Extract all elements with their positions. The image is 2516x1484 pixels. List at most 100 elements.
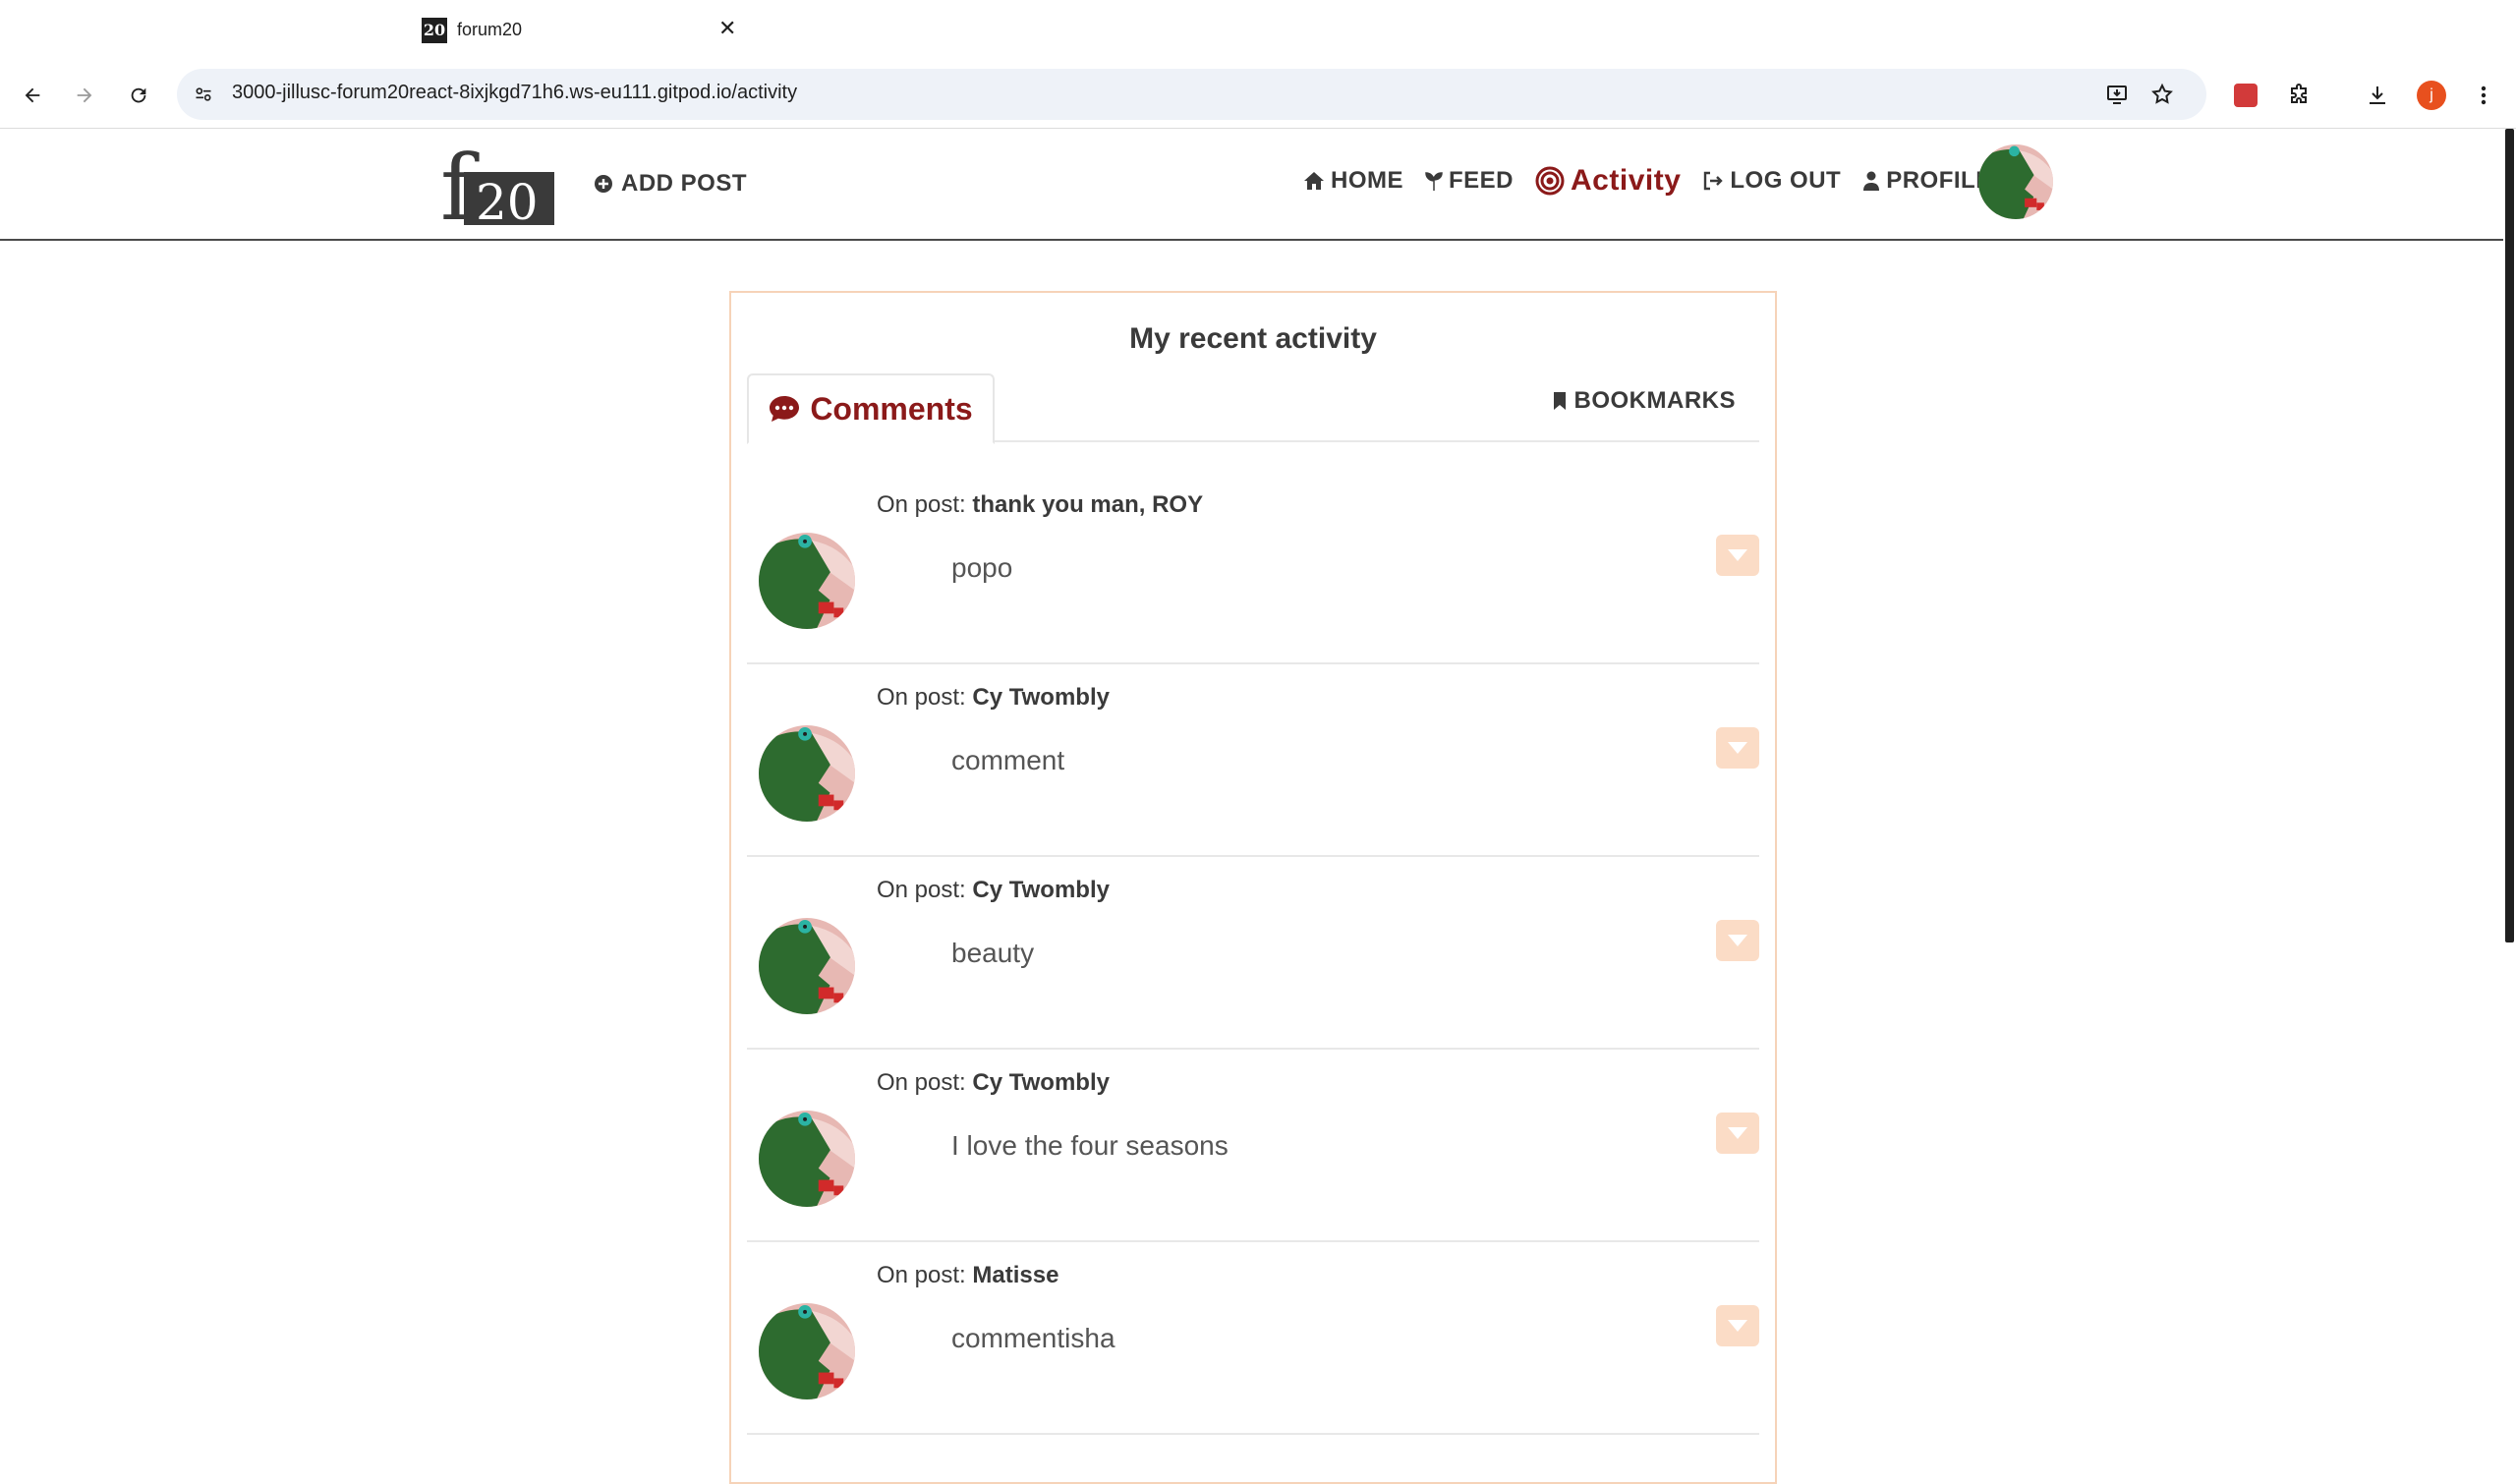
site-navbar: f 20 ADD POST HOME FEED Activity LOG OUT… [0,129,2503,241]
comment-post-prefix: On post: [877,1069,966,1096]
comment-item: On post: Matisse commentisha [747,1240,1759,1435]
comment-avatar[interactable] [759,725,855,822]
browser-tabstrip: 20 forum20 ✕ [0,0,2516,63]
comment-dots-icon [770,396,800,422]
nav-avatar[interactable] [1978,144,2053,219]
svg-text:20: 20 [476,174,539,227]
browser-tab[interactable]: 20 forum20 ✕ [408,10,742,59]
avatar-image [759,918,855,1014]
nav-activity-label: Activity [1571,164,1682,197]
comment-avatar[interactable] [759,1303,855,1399]
comment-post-ref: On post: Cy Twombly [877,1069,1110,1097]
profile-icon[interactable]: j [2413,77,2450,114]
menu-kebab-icon[interactable] [2465,77,2502,114]
comment-avatar[interactable] [759,533,855,629]
avatar-image [759,533,855,629]
comment-post-ref: On post: thank you man, ROY [877,491,1203,519]
comment-text: I love the four seasons [951,1130,1229,1161]
caret-down-icon [1728,549,1747,561]
nav-feed-link[interactable]: FEED [1425,167,1514,195]
comment-item: On post: thank you man, ROY popo [747,470,1759,664]
target-icon [1535,166,1565,196]
comment-item: On post: Cy Twombly I love the four seas… [747,1048,1759,1242]
forward-icon[interactable] [66,77,103,114]
comment-dropdown-button[interactable] [1716,1305,1759,1346]
logo-f20-icon: f 20 [440,136,554,241]
address-bar[interactable]: 3000-jillusc-forum20react-8ixjkgd71h6.ws… [177,69,2206,120]
tab-bookmarks-label: BOOKMARKS [1573,387,1736,414]
comment-dropdown-button[interactable] [1716,920,1759,961]
add-post-label: ADD POST [621,170,748,197]
comment-item: On post: Cy Twombly comment [747,662,1759,857]
avatar-image [759,725,855,822]
user-icon [1863,171,1880,191]
comment-text: beauty [951,938,1035,968]
caret-down-icon [1728,1127,1747,1139]
scrollbar-thumb[interactable] [2505,129,2514,942]
home-icon [1304,172,1324,190]
nav-feed-label: FEED [1449,167,1515,194]
browser-toolbar: 3000-jillusc-forum20react-8ixjkgd71h6.ws… [0,63,2516,129]
comment-post-ref: On post: Matisse [877,1262,1058,1289]
nav-profile-link[interactable]: PROFILE [1862,167,1992,195]
comment-dropdown-button[interactable] [1716,535,1759,576]
reload-icon[interactable] [120,77,157,114]
comment-text: comment [951,745,1065,775]
tab-title: forum20 [457,20,523,39]
comment-post-title[interactable]: Matisse [972,1262,1058,1288]
comment-text: commentisha [951,1323,1115,1353]
nav-home-label: HOME [1331,167,1403,194]
comment-post-prefix: On post: [877,1262,966,1288]
activity-title: My recent activity [1129,322,1377,355]
plus-circle-icon [595,175,612,193]
comment-post-ref: On post: Cy Twombly [877,877,1110,904]
comment-post-title[interactable]: thank you man, ROY [972,491,1203,518]
comment-post-prefix: On post: [877,877,966,903]
comment-dropdown-button[interactable] [1716,1113,1759,1154]
nav-activity-link[interactable]: Activity [1535,164,1681,198]
page-scrollbar[interactable] [2503,129,2516,1464]
tab-close-icon[interactable]: ✕ [718,16,736,41]
caret-down-icon [1728,742,1747,754]
sign-out-icon [1704,171,1724,191]
downloads-icon[interactable] [2359,77,2396,114]
tab-comments[interactable]: Comments [747,373,995,444]
comment-post-title[interactable]: Cy Twombly [972,877,1110,903]
nav-home-link[interactable]: HOME [1303,167,1403,195]
caret-down-icon [1728,1320,1747,1332]
back-icon[interactable] [14,77,51,114]
tab-comments-label: Comments [810,390,973,427]
extension-red-icon[interactable] [2227,77,2264,114]
bookmark-star-icon[interactable] [2148,81,2176,108]
avatar-image [759,1303,855,1399]
extensions-puzzle-icon[interactable] [2280,77,2317,114]
comment-post-title[interactable]: Cy Twombly [972,1069,1110,1096]
install-app-icon[interactable] [2103,81,2131,108]
comment-post-title[interactable]: Cy Twombly [972,684,1110,711]
add-post-link[interactable]: ADD POST [594,170,747,198]
comment-text: popo [951,552,1013,583]
tab-bookmarks[interactable]: BOOKMARKS [1553,387,1737,415]
comment-post-prefix: On post: [877,684,966,711]
comment-post-prefix: On post: [877,491,966,518]
site-settings-icon[interactable] [191,82,216,107]
activity-card: My recent activity Comments BOOKMARKS On… [729,291,1777,1484]
nav-logout-label: LOG OUT [1730,167,1842,194]
svg-text:f: f [440,143,480,227]
seedling-icon [1425,172,1443,191]
comment-avatar[interactable] [759,1111,855,1207]
avatar-image [759,1111,855,1207]
bookmark-icon [1553,392,1566,410]
nav-links: HOME FEED Activity LOG OUT PROFILE [1303,164,2014,198]
activity-tabs: Comments BOOKMARKS [747,373,1759,444]
url-text: 3000-jillusc-forum20react-8ixjkgd71h6.ws… [232,82,798,103]
comment-avatar[interactable] [759,918,855,1014]
caret-down-icon [1728,935,1747,946]
tab-favicon-icon: 20 [422,18,447,43]
nav-profile-label: PROFILE [1886,167,1992,194]
comment-post-ref: On post: Cy Twombly [877,684,1110,712]
nav-logout-link[interactable]: LOG OUT [1702,167,1841,195]
site-logo[interactable]: f 20 [438,136,556,241]
comment-item: On post: Cy Twombly beauty [747,855,1759,1050]
comment-dropdown-button[interactable] [1716,727,1759,769]
